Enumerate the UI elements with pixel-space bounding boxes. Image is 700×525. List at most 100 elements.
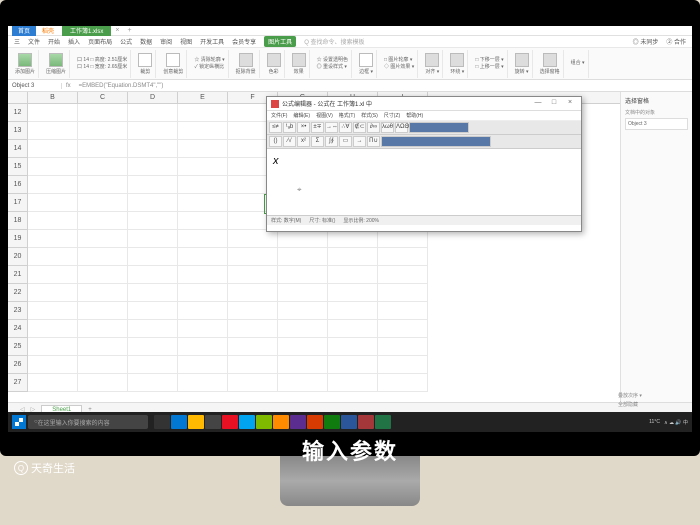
cell[interactable]: [328, 248, 378, 266]
eq-tool[interactable]: ΛΩΘ: [395, 122, 408, 133]
cell[interactable]: [28, 104, 78, 122]
row-26[interactable]: 26: [8, 356, 28, 374]
col-E[interactable]: E: [178, 92, 228, 103]
cell[interactable]: [28, 194, 78, 212]
align-icon[interactable]: [425, 53, 439, 67]
group-opt[interactable]: 组合 ▾: [571, 60, 585, 67]
tab-doc[interactable]: 稻壳: [36, 26, 60, 36]
eq-tmpl[interactable]: ⁄√: [283, 136, 296, 147]
compress-icon[interactable]: [49, 53, 63, 67]
tab-close-icon[interactable]: ×: [111, 26, 123, 35]
row-24[interactable]: 24: [8, 320, 28, 338]
eq-tmpl[interactable]: (): [269, 136, 282, 147]
cell[interactable]: [178, 104, 228, 122]
eq-menu-file[interactable]: 文件(F): [271, 112, 287, 119]
cell[interactable]: [128, 104, 178, 122]
color-icon[interactable]: [267, 53, 281, 67]
add-pic-icon[interactable]: [18, 53, 32, 67]
cell[interactable]: [378, 266, 428, 284]
zorder-label[interactable]: 叠放次序 ▾: [618, 392, 682, 399]
cell[interactable]: [128, 284, 178, 302]
cell[interactable]: [278, 320, 328, 338]
row-19[interactable]: 19: [8, 230, 28, 248]
width-opt[interactable]: 口 14 □ 宽度: 2.65厘米: [77, 64, 127, 71]
row-18[interactable]: 18: [8, 212, 28, 230]
eq-tmpl[interactable]: x²: [297, 136, 310, 147]
eq-menu-edit[interactable]: 编辑(E): [293, 112, 310, 119]
border-icon[interactable]: [359, 53, 373, 67]
cell[interactable]: [28, 320, 78, 338]
tab-add-icon[interactable]: +: [123, 26, 135, 35]
menu-formula[interactable]: 公式: [120, 37, 132, 46]
sync-status[interactable]: ◎ 未同步: [633, 37, 659, 46]
cell[interactable]: [178, 140, 228, 158]
cell[interactable]: [78, 140, 128, 158]
cell[interactable]: [378, 356, 428, 374]
cell[interactable]: [28, 356, 78, 374]
cell[interactable]: [328, 374, 378, 392]
cell[interactable]: [78, 212, 128, 230]
eq-edit-area[interactable]: x ⌖: [267, 149, 581, 215]
tray-icons[interactable]: ∧ ☁ 🔊 中: [664, 419, 688, 426]
cell[interactable]: [328, 230, 378, 248]
cell[interactable]: [178, 266, 228, 284]
app-icon[interactable]: [375, 415, 391, 429]
menu-review[interactable]: 审阅: [160, 37, 172, 46]
cell[interactable]: [78, 320, 128, 338]
row-20[interactable]: 20: [8, 248, 28, 266]
row-12[interactable]: 12: [8, 104, 28, 122]
fx-icon[interactable]: fx: [62, 83, 75, 89]
taskview-icon[interactable]: [154, 415, 170, 429]
eq-tool[interactable]: →⇔: [325, 122, 338, 133]
eq-tool[interactable]: λωθ: [381, 122, 394, 133]
tab-file[interactable]: 工作簿1.xlsx: [62, 26, 111, 36]
cell[interactable]: [178, 212, 228, 230]
cell[interactable]: [378, 284, 428, 302]
cell[interactable]: [228, 302, 278, 320]
cell[interactable]: [228, 248, 278, 266]
app-icon[interactable]: [290, 415, 306, 429]
cell[interactable]: [228, 284, 278, 302]
cell[interactable]: [28, 158, 78, 176]
menu-view[interactable]: 视图: [180, 37, 192, 46]
pane-object-item[interactable]: Object 3: [625, 118, 688, 130]
menu-dev[interactable]: 开发工具: [200, 37, 224, 46]
app-icon[interactable]: [358, 415, 374, 429]
row-22[interactable]: 22: [8, 284, 28, 302]
cell[interactable]: [28, 374, 78, 392]
row-27[interactable]: 27: [8, 374, 28, 392]
eq-tool[interactable]: ∂∞: [367, 122, 380, 133]
cell[interactable]: [128, 140, 178, 158]
cell[interactable]: [128, 194, 178, 212]
cell[interactable]: [78, 302, 128, 320]
cell[interactable]: [78, 122, 128, 140]
explorer-icon[interactable]: [188, 415, 204, 429]
eq-menu-view[interactable]: 视图(V): [316, 112, 333, 119]
cell[interactable]: [228, 230, 278, 248]
cell[interactable]: [178, 176, 228, 194]
col-B[interactable]: B: [28, 92, 78, 103]
cell[interactable]: [178, 194, 228, 212]
cell[interactable]: [328, 338, 378, 356]
eq-tool[interactable]: [409, 122, 469, 133]
maximize-icon[interactable]: □: [547, 99, 561, 109]
cell[interactable]: [128, 356, 178, 374]
cell[interactable]: [78, 374, 128, 392]
eq-tmpl[interactable]: Π∪: [367, 136, 380, 147]
eq-tool[interactable]: ×•: [297, 122, 310, 133]
eq-tool[interactable]: ∉⊂: [353, 122, 366, 133]
cell[interactable]: [278, 338, 328, 356]
cell[interactable]: [128, 212, 178, 230]
app-icon[interactable]: [307, 415, 323, 429]
app-icon[interactable]: [273, 415, 289, 429]
cell[interactable]: [128, 248, 178, 266]
cell[interactable]: [178, 284, 228, 302]
cell[interactable]: [128, 230, 178, 248]
menu-insert[interactable]: 插入: [68, 37, 80, 46]
eq-tool[interactable]: ±∓: [311, 122, 324, 133]
close-icon[interactable]: ×: [563, 99, 577, 109]
hideall-button[interactable]: 全部隐藏: [618, 401, 682, 408]
cell[interactable]: [278, 356, 328, 374]
collab-button[interactable]: ② 合作: [666, 37, 686, 46]
cell[interactable]: [78, 176, 128, 194]
